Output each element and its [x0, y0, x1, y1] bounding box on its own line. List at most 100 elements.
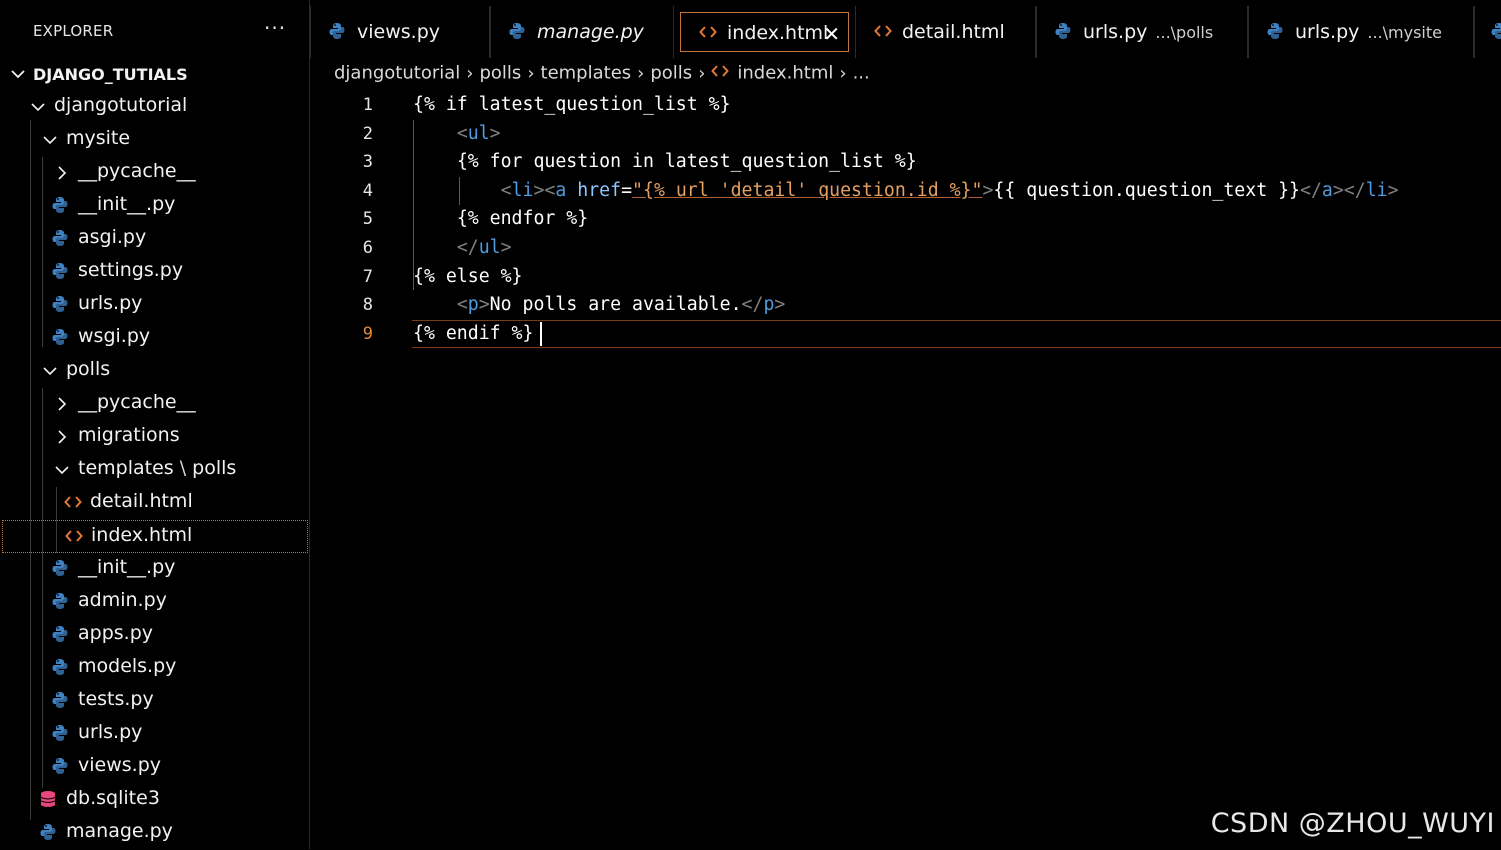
text-cursor [540, 321, 542, 346]
tree-item-admin-py[interactable]: admin.py [2, 586, 308, 619]
tree-item-label: admin.py [78, 589, 167, 611]
tree-item-label: asgi.py [78, 226, 147, 248]
explorer-header: EXPLORER ··· [0, 0, 309, 66]
python-file-icon [509, 22, 525, 45]
breadcrumb-item[interactable]: djangotutorial [334, 63, 460, 84]
more-actions-icon[interactable]: ··· [264, 16, 286, 40]
line-content: {% endif %} [413, 320, 533, 349]
chevron-down-icon [42, 128, 60, 150]
code-line[interactable]: 5 {% endfor %} [311, 205, 1501, 234]
code-token: > [982, 179, 994, 201]
tree-item-urls-py[interactable]: urls.py [2, 718, 308, 751]
breadcrumb-item[interactable]: ... [853, 63, 870, 84]
tree-item-templates[interactable]: templates \ polls [2, 454, 308, 487]
code-line[interactable]: 1 {% if latest_question_list %} [311, 91, 1501, 120]
code-line[interactable]: 9 {% endif %} [311, 320, 1501, 349]
breadcrumb-item[interactable]: templates [541, 63, 632, 84]
python-file-icon [52, 724, 70, 744]
code-line[interactable]: 2 <ul> [311, 120, 1501, 149]
tab-detail-html[interactable]: detail.html [855, 6, 1036, 58]
python-file-icon [329, 22, 345, 45]
code-line[interactable]: 7 {% else %} [311, 263, 1501, 292]
tree-item-manage-py[interactable]: manage.py [2, 817, 308, 850]
code-line[interactable]: 8 <p>No polls are available.</p> [311, 291, 1501, 320]
tree-item-migrations[interactable]: migrations [2, 421, 308, 454]
code-token: > [489, 122, 501, 144]
tree-item-djangotutorial[interactable]: djangotutorial [2, 91, 308, 124]
breadcrumb-item[interactable]: polls [479, 63, 521, 84]
code-token: </ [741, 294, 764, 316]
code-line[interactable]: 3 {% for question in latest_question_lis… [311, 148, 1501, 177]
workspace-root-label: DJANGO_TUTIALS [33, 65, 188, 84]
tree-item-pycache[interactable]: __pycache__ [2, 157, 308, 190]
line-number: 4 [362, 180, 373, 201]
line-number: 7 [362, 266, 373, 287]
tree-item-asgi-py[interactable]: asgi.py [2, 223, 308, 256]
code-editor[interactable]: 1 {% if latest_question_list %} 2 <ul> 3 {%… [311, 90, 1501, 849]
tree-item-label: polls [66, 358, 111, 380]
chevron-right-icon: › [839, 62, 847, 84]
code-token: > [500, 237, 512, 258]
tree-item-wsgi-py[interactable]: wsgi.py [2, 322, 308, 355]
python-file-icon [52, 691, 70, 711]
workspace-root[interactable]: DJANGO_TUTIALS [2, 58, 308, 91]
tab-label: manage.py [537, 21, 644, 43]
line-content: {% for question in latest_question_list … [413, 148, 917, 177]
tab-urls-py-mysite[interactable]: urls.py ...\mysite [1248, 6, 1474, 58]
code-token: > [478, 294, 490, 316]
tab-label: detail.html [902, 21, 1005, 43]
line-content: <p>No polls are available.</p> [413, 291, 786, 320]
python-file-icon [52, 757, 70, 777]
code-token: </ [1300, 179, 1322, 201]
tree-item-db-sqlite3[interactable]: db.sqlite3 [2, 784, 308, 817]
tree-item-apps-py[interactable]: apps.py [2, 619, 308, 652]
python-file-icon [52, 625, 70, 645]
line-content: <li><a href="{% url 'detail' question.id… [413, 177, 1399, 206]
chevron-right-icon: › [527, 62, 535, 84]
tree-item-label: __init__.py [78, 193, 176, 215]
chevron-right-icon [54, 161, 72, 183]
tree-item-label: index.html [91, 524, 193, 546]
python-file-icon [52, 658, 70, 678]
line-content: <ul> [413, 120, 501, 149]
tree-item-label: migrations [78, 424, 180, 446]
close-icon[interactable]: ✕ [823, 22, 840, 46]
tree-item-label: djangotutorial [54, 94, 188, 116]
tree-item-tests-py[interactable]: tests.py [2, 685, 308, 718]
tab-index-html[interactable]: index.html ✕ [680, 12, 849, 52]
code-token: li [511, 179, 534, 201]
tab-overflow[interactable] [1474, 6, 1501, 58]
tree-item-views-py[interactable]: views.py [2, 751, 308, 784]
tree-item-detail-html[interactable]: detail.html [2, 487, 308, 520]
tree-item-polls[interactable]: polls [2, 355, 308, 388]
tree-item-label: settings.py [78, 259, 184, 281]
tree-item-mysite[interactable]: mysite [2, 124, 308, 157]
tree-item-label: urls.py [78, 292, 143, 314]
line-number: 9 [362, 323, 373, 344]
tree-item-settings-py[interactable]: settings.py [2, 256, 308, 289]
tree-item-index-html[interactable]: index.html [2, 520, 308, 553]
tree-item-init-py[interactable]: __init__.py [2, 553, 308, 586]
tree-item-pycache[interactable]: __pycache__ [2, 388, 308, 421]
chevron-down-icon [54, 458, 72, 480]
tab-views-py[interactable]: views.py [310, 6, 490, 58]
tab-urls-py-polls[interactable]: urls.py ...\polls [1036, 6, 1248, 58]
tab-manage-py[interactable]: manage.py [490, 6, 674, 58]
code-token: "{% url 'detail' question.id %}" [632, 179, 983, 201]
breadcrumb: djangotutorial › polls › templates › polls › ind… [334, 62, 870, 88]
code-token: p [763, 294, 775, 316]
code-line[interactable]: 4 <li><a href="{% url 'detail' question.… [311, 177, 1501, 206]
tree-item-models-py[interactable]: models.py [2, 652, 308, 685]
explorer-title: EXPLORER [33, 22, 114, 40]
tree-item-label: wsgi.py [78, 325, 151, 347]
code-token: {% endfor %} [456, 208, 589, 230]
explorer-sidebar: EXPLORER ··· DJANGO_TUTIALS djangotutori… [0, 0, 310, 849]
breadcrumb-item[interactable]: polls [650, 63, 692, 84]
python-file-icon [1055, 22, 1071, 45]
code-line[interactable]: 6 </ul> [311, 234, 1501, 263]
tree-item-init-py[interactable]: __init__.py [2, 190, 308, 223]
breadcrumb-item[interactable]: index.html [737, 63, 833, 84]
database-file-icon [40, 790, 58, 810]
tree-item-urls-py[interactable]: urls.py [2, 289, 308, 322]
